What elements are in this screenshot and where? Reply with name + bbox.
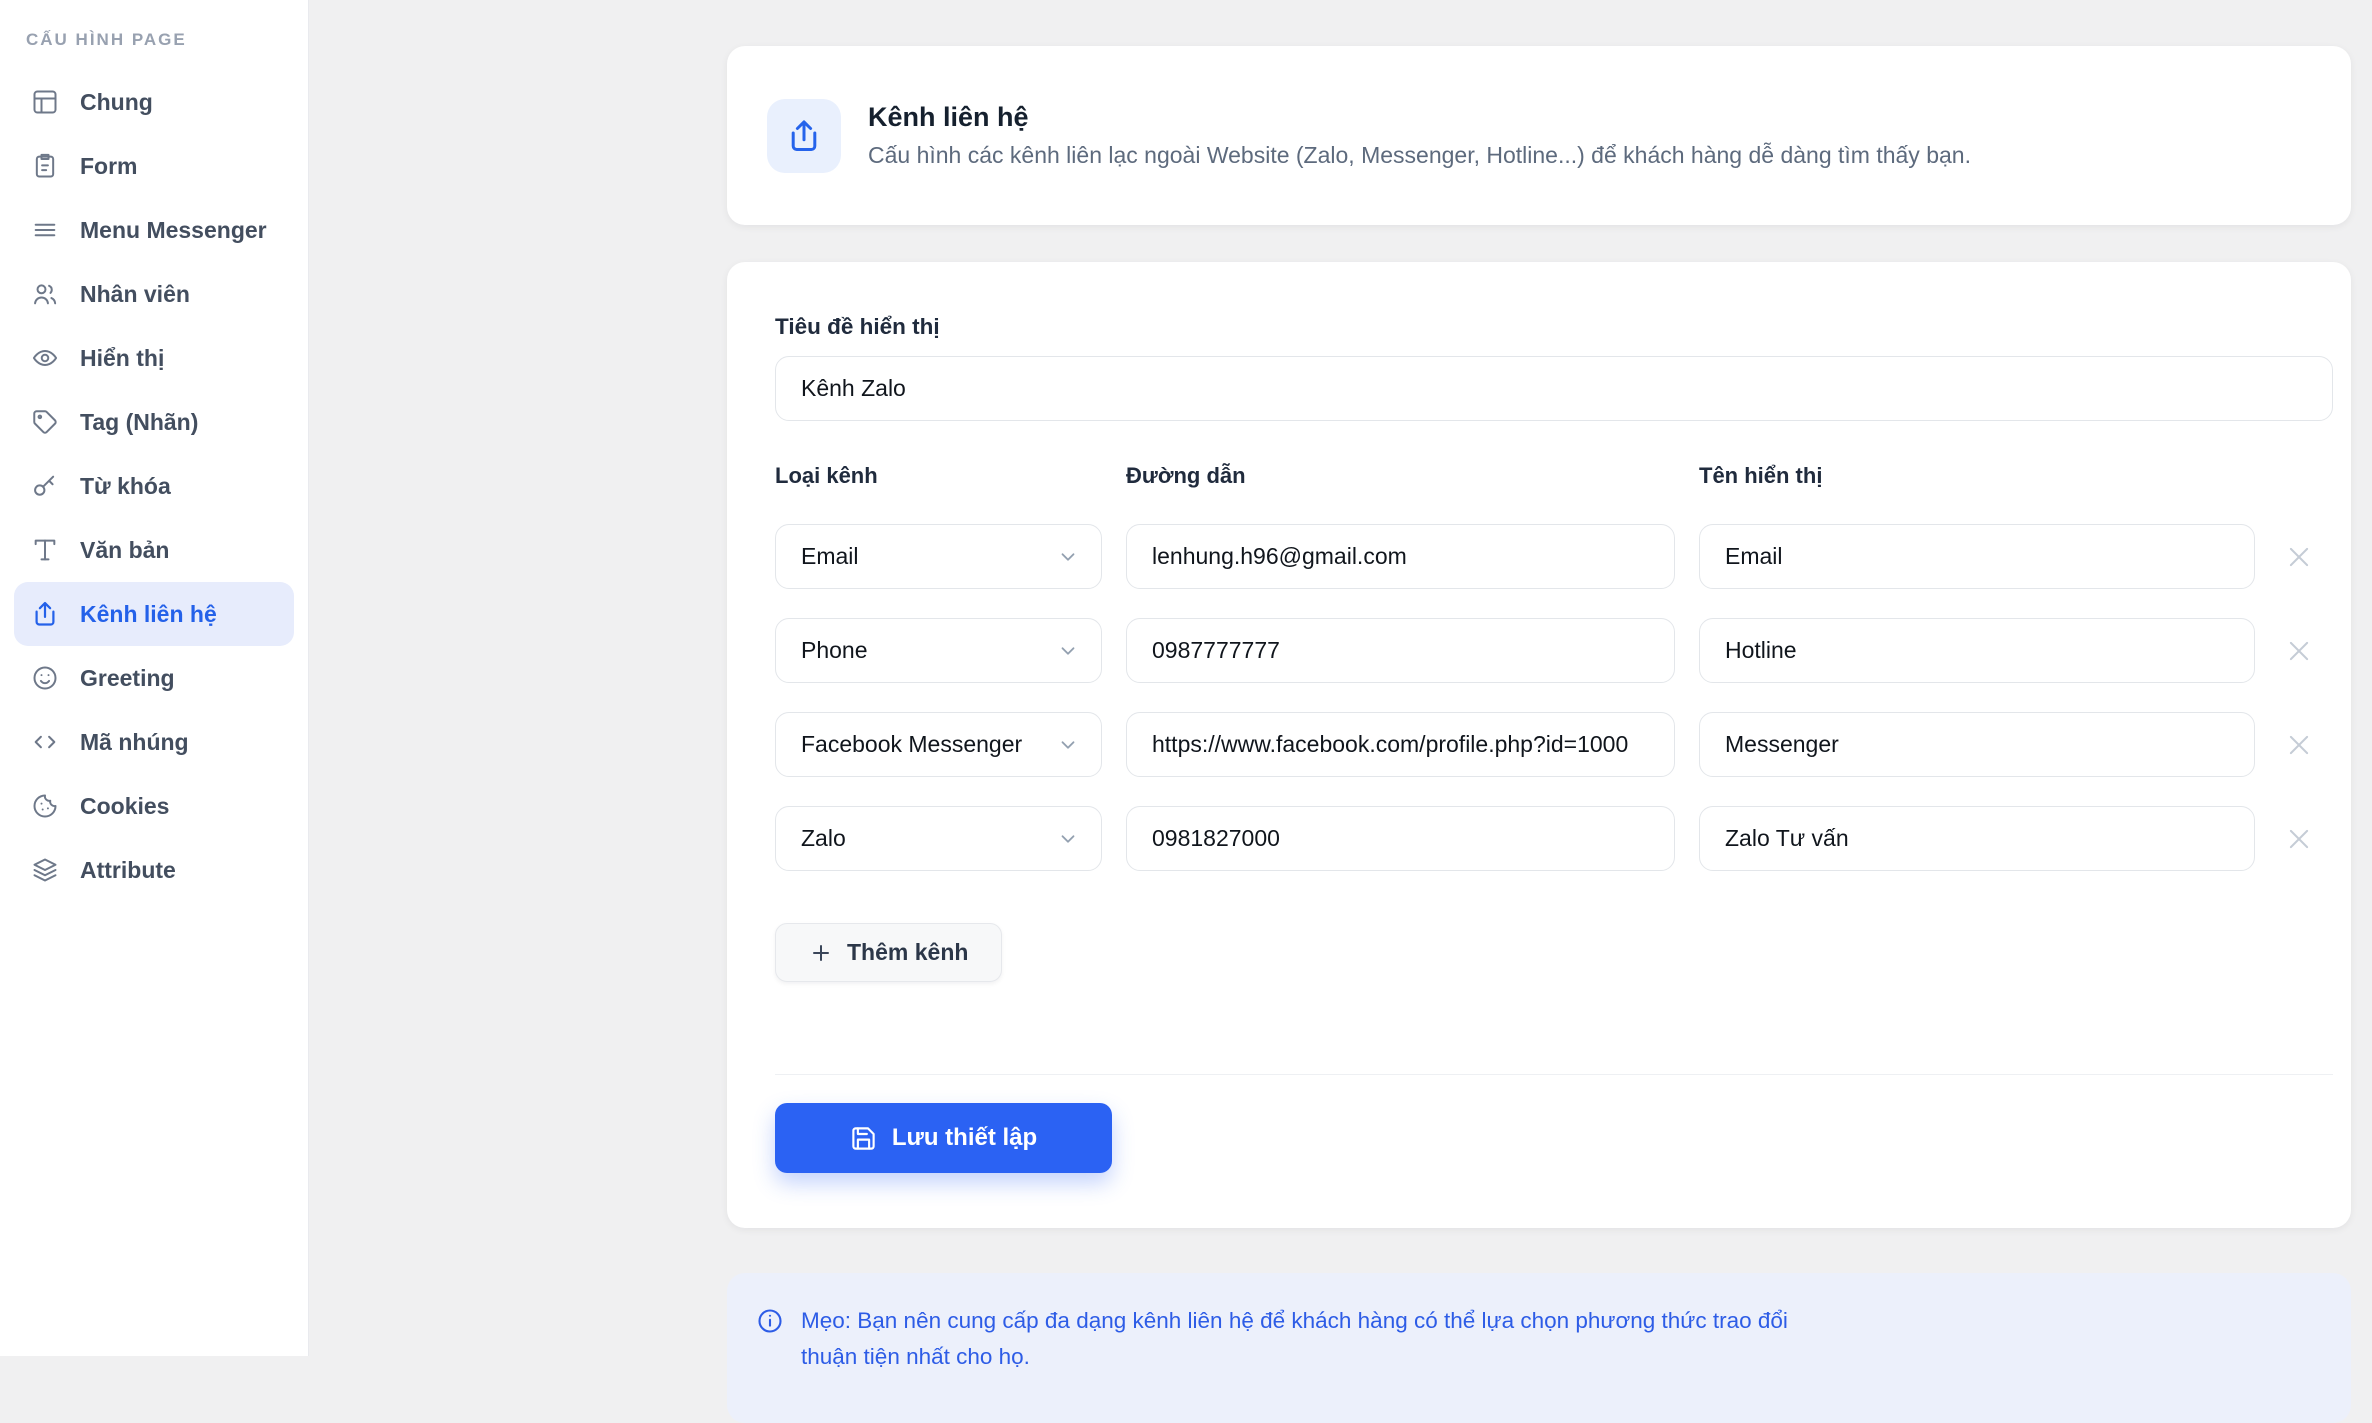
channel-type-select[interactable]: Phone bbox=[775, 618, 1102, 683]
sidebar-item-label: Mã nhúng bbox=[80, 729, 189, 756]
channel-display-input[interactable] bbox=[1699, 524, 2255, 589]
users-icon bbox=[31, 280, 59, 308]
share-icon bbox=[786, 118, 822, 154]
channel-display-input[interactable] bbox=[1699, 618, 2255, 683]
sidebar-item-label: Tag (Nhãn) bbox=[80, 409, 198, 436]
channel-url-input[interactable] bbox=[1126, 524, 1675, 589]
channel-url-input[interactable] bbox=[1126, 806, 1675, 871]
info-icon bbox=[756, 1307, 784, 1335]
divider bbox=[775, 1074, 2333, 1075]
sidebar-item-kenh-lien-he[interactable]: Kênh liên hệ bbox=[14, 582, 294, 646]
channel-type-value: Email bbox=[801, 543, 859, 570]
channel-type-select[interactable]: Email bbox=[775, 524, 1102, 589]
display-title-label: Tiêu đề hiển thị bbox=[775, 314, 2351, 340]
display-title-input[interactable] bbox=[775, 356, 2333, 421]
code-icon bbox=[31, 728, 59, 756]
sidebar-item-attribute[interactable]: Attribute bbox=[14, 838, 294, 902]
column-label-url: Đường dẫn bbox=[1126, 463, 1675, 489]
key-icon bbox=[31, 472, 59, 500]
channels-header-row: Loại kênh Đường dẫn Tên hiển thị bbox=[775, 463, 2333, 489]
sidebar-item-label: Kênh liên hệ bbox=[80, 601, 217, 628]
chevron-down-icon bbox=[1057, 828, 1079, 850]
sidebar-item-label: Menu Messenger bbox=[80, 217, 267, 244]
sidebar-item-label: Hiển thị bbox=[80, 345, 164, 372]
channel-row: Zalo bbox=[775, 806, 2333, 871]
close-icon bbox=[2284, 542, 2314, 572]
channel-display-input[interactable] bbox=[1699, 712, 2255, 777]
sidebar-item-label: Chung bbox=[80, 89, 153, 116]
channel-row: Facebook Messenger bbox=[775, 712, 2333, 777]
remove-channel-button[interactable] bbox=[2279, 819, 2319, 859]
chevron-down-icon bbox=[1057, 640, 1079, 662]
sidebar-item-tag[interactable]: Tag (Nhãn) bbox=[14, 390, 294, 454]
sidebar-item-label: Nhân viên bbox=[80, 281, 190, 308]
main-content: Kênh liên hệ Cấu hình các kênh liên lạc … bbox=[727, 0, 2351, 1356]
sidebar-item-label: Form bbox=[80, 153, 138, 180]
eye-icon bbox=[31, 344, 59, 372]
channel-type-select[interactable]: Zalo bbox=[775, 806, 1102, 871]
layout-icon bbox=[31, 88, 59, 116]
save-icon bbox=[850, 1125, 877, 1152]
sidebar-item-nhan-vien[interactable]: Nhân viên bbox=[14, 262, 294, 326]
channel-type-value: Facebook Messenger bbox=[801, 731, 1022, 758]
header-texts: Kênh liên hệ Cấu hình các kênh liên lạc … bbox=[868, 102, 1971, 169]
channel-display-input[interactable] bbox=[1699, 806, 2255, 871]
sidebar: CẤU HÌNH PAGE Chung Form Menu Messenger … bbox=[0, 0, 309, 1356]
sidebar-nav: Chung Form Menu Messenger Nhân viên Hiển… bbox=[0, 70, 308, 902]
menu-icon bbox=[31, 216, 59, 244]
cookie-icon bbox=[31, 792, 59, 820]
smile-icon bbox=[31, 664, 59, 692]
channel-row: Phone bbox=[775, 618, 2333, 683]
page-description: Cấu hình các kênh liên lạc ngoài Website… bbox=[868, 142, 1971, 169]
sidebar-item-label: Văn bản bbox=[80, 537, 169, 564]
remove-channel-button[interactable] bbox=[2279, 725, 2319, 765]
sidebar-item-label: Cookies bbox=[80, 793, 169, 820]
column-label-display: Tên hiển thị bbox=[1699, 463, 2255, 489]
channel-url-input[interactable] bbox=[1126, 618, 1675, 683]
remove-channel-button[interactable] bbox=[2279, 537, 2319, 577]
chevron-down-icon bbox=[1057, 734, 1079, 756]
plus-icon bbox=[809, 941, 833, 965]
column-label-type: Loại kênh bbox=[775, 463, 1102, 489]
close-icon bbox=[2284, 824, 2314, 854]
tag-icon bbox=[31, 408, 59, 436]
remove-channel-button[interactable] bbox=[2279, 631, 2319, 671]
channel-type-select[interactable]: Facebook Messenger bbox=[775, 712, 1102, 777]
channel-type-value: Phone bbox=[801, 637, 868, 664]
close-icon bbox=[2284, 636, 2314, 666]
contact-channels-card: Tiêu đề hiển thị Loại kênh Đường dẫn Tên… bbox=[727, 262, 2351, 1228]
page-header-card: Kênh liên hệ Cấu hình các kênh liên lạc … bbox=[727, 46, 2351, 225]
sidebar-item-greeting[interactable]: Greeting bbox=[14, 646, 294, 710]
clipboard-icon bbox=[31, 152, 59, 180]
sidebar-item-chung[interactable]: Chung bbox=[14, 70, 294, 134]
sidebar-item-tu-khoa[interactable]: Từ khóa bbox=[14, 454, 294, 518]
sidebar-item-van-ban[interactable]: Văn bản bbox=[14, 518, 294, 582]
sidebar-item-label: Attribute bbox=[80, 857, 176, 884]
sidebar-item-label: Từ khóa bbox=[80, 473, 171, 500]
sidebar-item-hien-thi[interactable]: Hiển thị bbox=[14, 326, 294, 390]
channel-type-value: Zalo bbox=[801, 825, 846, 852]
type-icon bbox=[31, 536, 59, 564]
sidebar-section-title: CẤU HÌNH PAGE bbox=[26, 30, 308, 50]
page-title: Kênh liên hệ bbox=[868, 102, 1971, 133]
close-icon bbox=[2284, 730, 2314, 760]
sidebar-item-cookies[interactable]: Cookies bbox=[14, 774, 294, 838]
channel-url-input[interactable] bbox=[1126, 712, 1675, 777]
save-settings-button[interactable]: Lưu thiết lập bbox=[775, 1103, 1112, 1173]
tip-text: Mẹo: Bạn nên cung cấp đa dạng kênh liên … bbox=[801, 1303, 1831, 1423]
add-channel-button[interactable]: Thêm kênh bbox=[775, 923, 1002, 982]
sidebar-item-label: Greeting bbox=[80, 665, 175, 692]
add-channel-label: Thêm kênh bbox=[847, 939, 968, 966]
header-icon-box bbox=[767, 99, 841, 173]
save-settings-label: Lưu thiết lập bbox=[892, 1124, 1037, 1152]
sidebar-item-ma-nhung[interactable]: Mã nhúng bbox=[14, 710, 294, 774]
layers-icon bbox=[31, 856, 59, 884]
channel-row: Email bbox=[775, 524, 2333, 589]
sidebar-item-menu-messenger[interactable]: Menu Messenger bbox=[14, 198, 294, 262]
tip-banner: Mẹo: Bạn nên cung cấp đa dạng kênh liên … bbox=[727, 1273, 2351, 1423]
sidebar-item-form[interactable]: Form bbox=[14, 134, 294, 198]
chevron-down-icon bbox=[1057, 546, 1079, 568]
share-icon bbox=[31, 600, 59, 628]
